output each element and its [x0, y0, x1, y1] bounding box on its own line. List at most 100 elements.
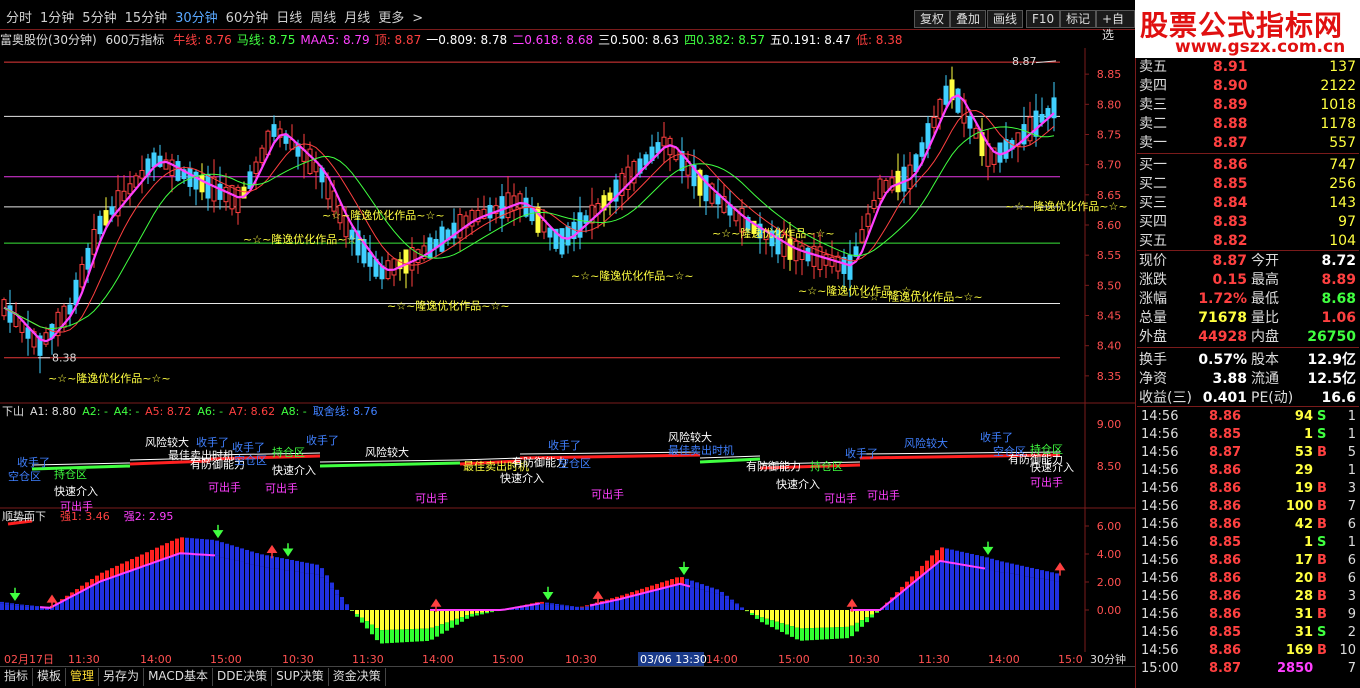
stat-value: 0.57% [1198, 352, 1247, 368]
y-tick-label-1: 8.80 [1097, 98, 1122, 111]
candle-body-155 [931, 116, 937, 128]
hist-bar-blue [985, 568, 989, 610]
ob-label: 卖二 [1139, 116, 1167, 132]
tab-indicator-5[interactable]: DDE决策 [213, 668, 273, 686]
hist-bar-yellow [370, 610, 374, 625]
indicator-value-4: 一0.809: 8.78 [426, 33, 508, 47]
hist-bar-blue [140, 566, 144, 610]
bid-row: 买四 8.83 97 [1137, 213, 1359, 232]
tab-indicator-3[interactable]: 另存为 [99, 668, 145, 686]
hist-bar-green [825, 627, 829, 640]
tab-timeframe-9[interactable]: 更多 [374, 8, 408, 30]
hist-bar-blue-top [950, 549, 954, 563]
hist-bar-blue-top [1020, 565, 1024, 576]
stat-label: 量比 [1251, 310, 1279, 326]
toolbar-button-3[interactable]: F10 [1026, 10, 1061, 28]
tab-timeframe-3[interactable]: 15分钟 [121, 8, 172, 30]
hist-bar-blue [990, 570, 994, 610]
tab-timeframe-5[interactable]: 60分钟 [222, 8, 273, 30]
hist-bar-blue-top [975, 555, 979, 568]
hist-bar-yellow [800, 610, 804, 629]
hist-bar-blue [930, 567, 934, 610]
candle-body-1 [7, 305, 13, 323]
stat-label: 净资 [1139, 371, 1167, 387]
hist-bar-blue [245, 563, 249, 610]
tick-side: S [1317, 625, 1327, 640]
hist-bar-blue [95, 583, 99, 610]
hist-bar-blue [585, 606, 589, 610]
x-tick-label-10: 14:00 [706, 653, 738, 666]
hist-bar-blue-top [230, 545, 234, 560]
tab-timeframe-0[interactable]: 分时 [2, 8, 36, 30]
x-tick-label-4: 10:30 [282, 653, 314, 666]
candle-body-137 [823, 254, 829, 266]
candle-body-76 [457, 214, 463, 239]
stat-value: 12.5亿 [1307, 371, 1356, 387]
hist-bar-blue [1000, 572, 1004, 610]
hist-bar-blue-top [985, 557, 989, 569]
chevron-right-icon[interactable]: > [408, 8, 427, 30]
tick-time: 14:56 [1141, 607, 1179, 622]
tick-count: 10 [1339, 643, 1356, 658]
tab-indicator-2[interactable]: 管理 [66, 668, 100, 686]
ob-volume: 1018 [1320, 97, 1356, 113]
hist-bar-blue [165, 557, 169, 610]
hist-bar-blue-top [25, 605, 29, 607]
toolbar-button-0[interactable]: 复权 [914, 10, 951, 28]
tab-timeframe-6[interactable]: 日线 [272, 8, 306, 30]
candle-body-34 [205, 174, 211, 199]
tick-price: 8.86 [1209, 571, 1242, 586]
tab-indicator-6[interactable]: SUP决策 [272, 668, 329, 686]
hist-bar-blue-top [715, 589, 719, 594]
hist-bar-blue [915, 579, 919, 610]
hist-bar-blue [280, 569, 284, 610]
toolbar-button-4[interactable]: 标记 [1060, 10, 1097, 28]
tab-indicator-4[interactable]: MACD基本 [144, 668, 214, 686]
pane2-annotation-30: 可出手 [824, 491, 857, 505]
hist-bar-red [140, 554, 144, 567]
tab-timeframe-8[interactable]: 月线 [340, 8, 374, 30]
tab-timeframe-1[interactable]: 1分钟 [36, 8, 78, 30]
hist-bar-blue-top [575, 606, 579, 608]
tick-count: 1 [1347, 535, 1356, 550]
ob-label: 买四 [1139, 214, 1167, 230]
tick-row: 14:56 8.86 31 B 9 [1137, 606, 1359, 624]
ob-volume: 97 [1338, 214, 1356, 230]
hist-bar-blue [160, 559, 164, 610]
toolbar-button-1[interactable]: 叠加 [950, 10, 987, 28]
hist-bar-blue [110, 577, 114, 610]
hist-bar-blue-top [20, 604, 24, 606]
hist-bar-green [455, 618, 459, 625]
hist-bar-red [155, 547, 159, 562]
tab-timeframe-2[interactable]: 5分钟 [78, 8, 120, 30]
tick-time: 14:56 [1141, 481, 1179, 496]
y-tick-label-5: 8.60 [1097, 219, 1122, 232]
candle-body-134 [805, 247, 811, 262]
hist-bar-blue [630, 596, 634, 610]
ask-row: 卖三 8.89 1018 [1137, 96, 1359, 115]
chart-area[interactable]: 8.858.808.758.708.658.608.558.508.458.40… [0, 48, 1135, 652]
candle-body-37 [223, 186, 229, 203]
hist-bar-blue [315, 574, 319, 610]
candle-body-143 [859, 229, 865, 243]
toolbar-button-2[interactable]: 画线 [987, 10, 1024, 28]
hist-bar-blue [155, 561, 159, 610]
hist-bar-blue [295, 571, 299, 610]
hist-bar-green [755, 615, 759, 619]
tab-timeframe-4[interactable]: 30分钟 [171, 8, 222, 30]
toolbar-button-5[interactable]: +自选 [1096, 10, 1135, 42]
low-label: 8.38 [52, 351, 77, 364]
candle-body-71 [427, 237, 433, 259]
candle-body-101 [607, 192, 613, 201]
stat-label: 现价 [1139, 253, 1167, 269]
tab-indicator-7[interactable]: 资金决策 [329, 668, 386, 686]
tab-indicator-1[interactable]: 模板 [33, 668, 67, 686]
hist-bar-blue-top [210, 539, 214, 556]
tab-timeframe-7[interactable]: 周线 [306, 8, 340, 30]
hist-bar-blue [80, 591, 84, 610]
indicator-value-3: 顶: 8.87 [374, 33, 422, 47]
tab-indicator-0[interactable]: 指标 [0, 668, 34, 686]
stat-row: 涨幅 1.72% 最低 8.68 [1137, 290, 1359, 309]
candle-body-81 [487, 205, 493, 219]
hist-bar-green [410, 629, 414, 642]
